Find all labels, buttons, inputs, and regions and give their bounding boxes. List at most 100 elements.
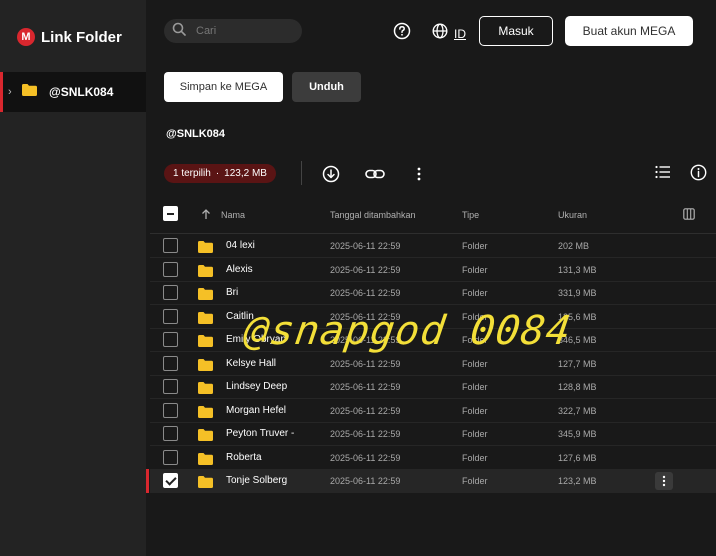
table-row[interactable]: Emily Obryan 2025-06-11 22:59 Folder 346,5 … (150, 328, 716, 352)
row-name: Tonje Solberg (226, 475, 288, 486)
row-checkbox[interactable] (163, 238, 178, 253)
row-date: 2025-06-11 22:59 (330, 264, 401, 275)
table-header: Nama Tanggal ditambahkan Tipe Ukuran (150, 200, 716, 234)
row-name: Alexis (226, 263, 253, 275)
row-name: Emily Obryan (226, 334, 287, 345)
folder-icon (198, 475, 213, 493)
row-type: Folder (462, 429, 488, 439)
row-size: 331,9 MB (558, 288, 597, 298)
column-name[interactable]: Nama (221, 210, 245, 220)
row-date: 2025-06-11 22:59 (330, 358, 401, 369)
selection-badge: 1 terpilih · 123,2 MB (164, 164, 276, 183)
row-name: 04 lexi (226, 240, 255, 251)
folder-icon (198, 264, 213, 282)
row-checkbox[interactable] (163, 308, 178, 324)
folder-icon (198, 334, 213, 352)
table-row[interactable]: Tonje Solberg 2025-06-11 22:59 Folder 123,2… (146, 469, 716, 493)
folder-icon (198, 287, 213, 305)
row-name: Roberta (226, 451, 262, 463)
row-date: 2025-06-11 22:59 (330, 405, 401, 416)
row-date: 2025-06-11 22:59 (330, 335, 401, 345)
row-size: 128,8 MB (558, 382, 597, 392)
row-date: 2025-06-11 22:59 (330, 382, 401, 392)
row-type: Folder (462, 452, 488, 463)
table-row[interactable]: Lindsey Deep 2025-06-11 22:59 Folder 128,8 … (150, 375, 716, 399)
row-size: 123,2 MB (558, 476, 597, 486)
row-checkbox[interactable] (163, 261, 178, 277)
row-size: 127,7 MB (558, 358, 597, 369)
row-size: 131,3 MB (558, 264, 597, 275)
select-all-checkbox[interactable] (163, 206, 178, 221)
row-type: Folder (462, 335, 488, 345)
row-name: Lindsey Deep (226, 381, 288, 392)
selection-count: 1 terpilih (173, 168, 211, 179)
row-type: Folder (462, 264, 488, 275)
folder-title: @SNLK084 (166, 128, 226, 140)
table-row[interactable]: Bri 2025-06-11 22:59 Folder 331,9 MB (150, 281, 716, 305)
row-name: Bri (226, 287, 239, 298)
row-date: 2025-06-11 22:59 (330, 241, 401, 251)
row-date: 2025-06-11 22:59 (330, 288, 401, 298)
sidebar-item-folder[interactable]: › @SNLK084 (0, 72, 146, 112)
row-more-icon[interactable] (655, 472, 673, 490)
table-row[interactable]: Morgan Hefel 2025-06-11 22:59 Folder 322,7 … (150, 399, 716, 423)
row-type: Folder (462, 382, 488, 392)
search-bar[interactable] (164, 19, 302, 43)
folder-icon (198, 428, 213, 446)
list-view-icon[interactable] (655, 165, 671, 184)
row-size: 346,5 MB (558, 335, 597, 345)
sort-arrow-up-icon[interactable] (201, 207, 211, 225)
row-checkbox[interactable] (163, 449, 178, 465)
language-label: ID (454, 26, 466, 41)
search-input[interactable] (196, 25, 286, 37)
row-name: Caitlin (226, 310, 254, 322)
table-row[interactable]: Alexis 2025-06-11 22:59 Folder 131,3 MB (150, 258, 716, 282)
link-icon[interactable] (365, 166, 385, 187)
app-title: Link Folder (41, 28, 122, 46)
row-checkbox[interactable] (163, 473, 178, 488)
save-to-mega-button[interactable]: Simpan ke MEGA (164, 72, 283, 102)
row-size: 202 MB (558, 241, 590, 251)
row-checkbox[interactable] (163, 426, 178, 441)
folder-icon (198, 240, 213, 258)
language-selector[interactable]: ID (432, 23, 466, 44)
column-size[interactable]: Ukuran (558, 210, 587, 220)
row-size: 322,7 MB (558, 405, 597, 416)
create-account-button[interactable]: Buat akun MEGA (565, 16, 693, 46)
row-checkbox[interactable] (163, 332, 178, 347)
columns-settings-icon[interactable] (683, 207, 695, 225)
brand[interactable]: M Link Folder (17, 28, 122, 46)
column-type[interactable]: Tipe (462, 210, 479, 220)
row-type: Folder (462, 405, 488, 416)
row-type: Folder (462, 311, 488, 322)
row-checkbox[interactable] (163, 402, 178, 418)
row-date: 2025-06-11 22:59 (330, 452, 401, 463)
row-checkbox[interactable] (163, 285, 178, 300)
chevron-right-icon[interactable]: › (8, 86, 18, 98)
login-button[interactable]: Masuk (479, 16, 553, 46)
selection-size: 123,2 MB (224, 168, 267, 179)
row-date: 2025-06-11 22:59 (330, 476, 401, 486)
row-checkbox[interactable] (163, 355, 178, 371)
row-checkbox[interactable] (163, 379, 178, 394)
row-date: 2025-06-11 22:59 (330, 311, 401, 322)
row-name: Morgan Hefel (226, 404, 287, 416)
more-vertical-icon[interactable] (415, 166, 423, 187)
table-row[interactable]: Kelsye Hall 2025-06-11 22:59 Folder 127,7 M… (150, 352, 716, 376)
row-type: Folder (462, 241, 488, 251)
info-icon[interactable] (690, 164, 707, 186)
search-icon (172, 22, 186, 41)
download-icon[interactable] (322, 165, 340, 188)
table-row[interactable]: Peyton Truver - 2025-06-11 22:59 Folder 345… (150, 422, 716, 446)
globe-icon (432, 23, 448, 44)
folder-icon (198, 405, 213, 423)
table-row[interactable]: Caitlin 2025-06-11 22:59 Folder 135,6 MB (150, 305, 716, 329)
toolbar-divider (301, 161, 302, 185)
sidebar-item-label: @SNLK084 (49, 85, 114, 99)
download-button[interactable]: Unduh (292, 72, 361, 102)
table-row[interactable]: 04 lexi 2025-06-11 22:59 Folder 202 MB (150, 234, 716, 258)
table-row[interactable]: Roberta 2025-06-11 22:59 Folder 127,6 MB (150, 446, 716, 470)
column-date[interactable]: Tanggal ditambahkan (330, 210, 416, 220)
help-icon[interactable] (393, 22, 411, 45)
row-type: Folder (462, 288, 488, 298)
